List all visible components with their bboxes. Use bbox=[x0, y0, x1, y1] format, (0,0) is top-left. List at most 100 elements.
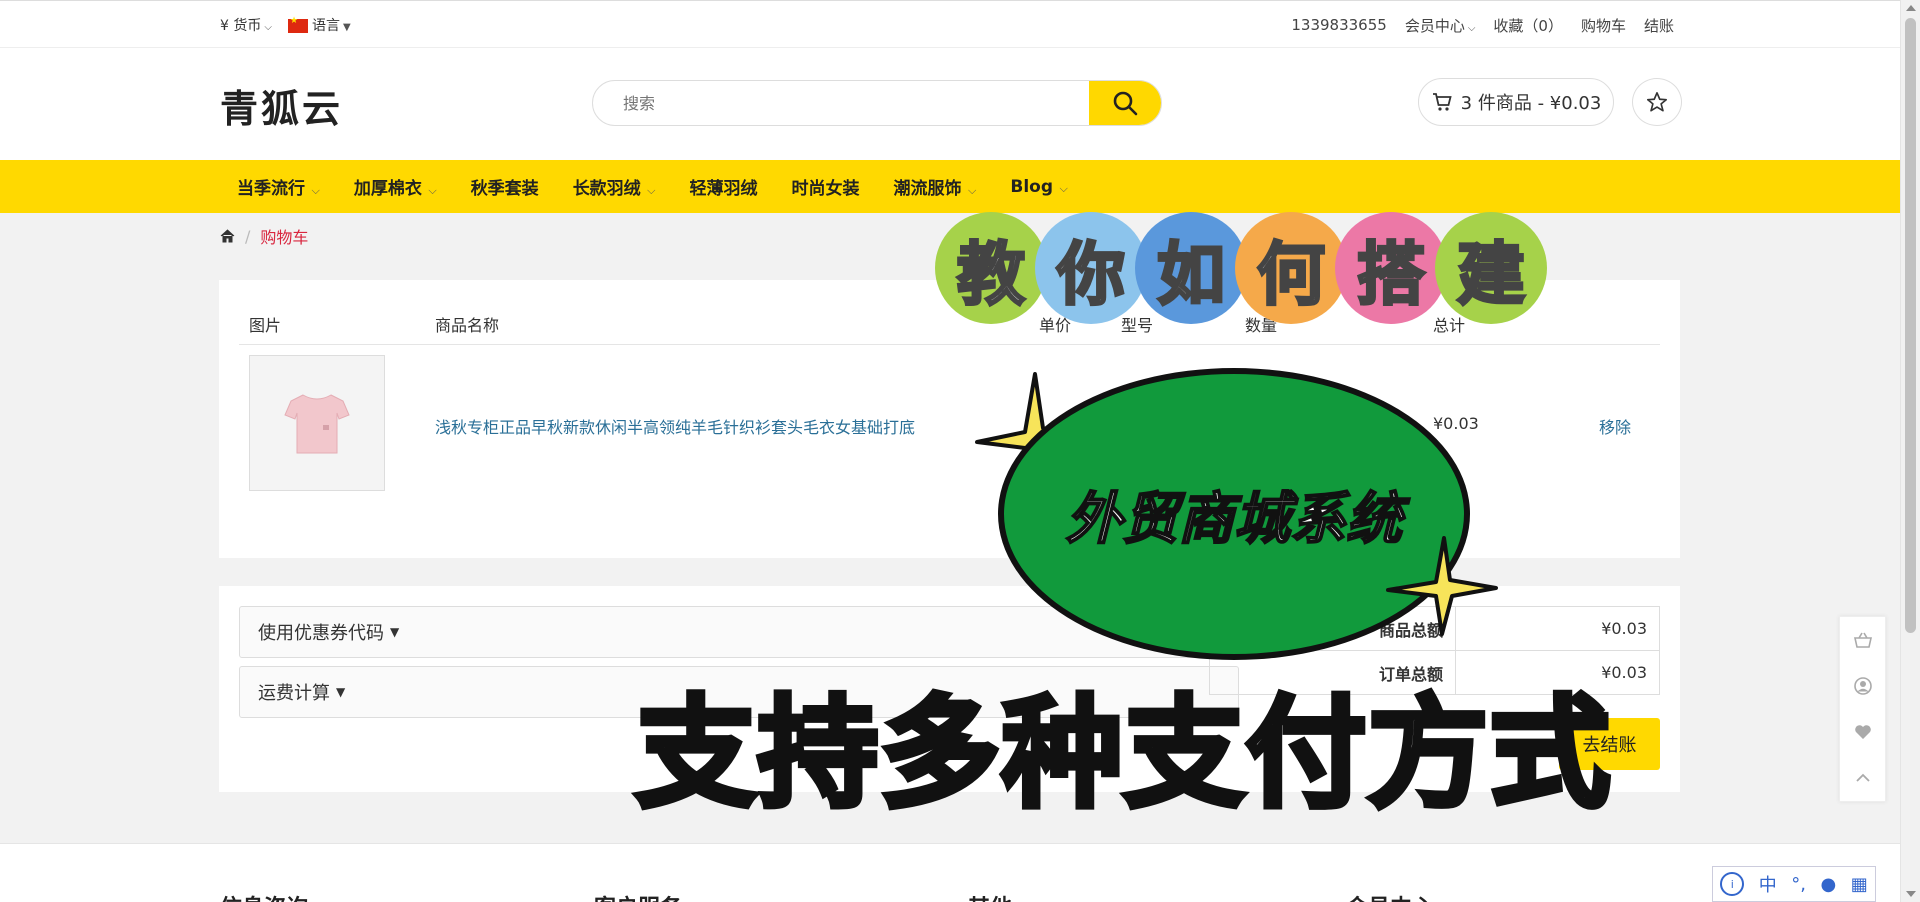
scroll-down-arrow[interactable] bbox=[1906, 891, 1916, 897]
checkout-link[interactable]: 结账 bbox=[1644, 15, 1674, 36]
member-center-label: 会员中心 bbox=[1404, 16, 1465, 35]
header-model: 型号 bbox=[1121, 316, 1154, 335]
top-bar-left: ¥ 货币⌵ 语言▼ bbox=[220, 1, 351, 49]
footer-col-member: 会员中心 bbox=[1346, 890, 1434, 902]
currency-symbol: ¥ bbox=[220, 18, 229, 34]
footer-col-service: 客户服务 bbox=[594, 890, 682, 902]
breadcrumb-current[interactable]: 购物车 bbox=[260, 224, 308, 248]
nav-item[interactable]: 轻薄羽绒 bbox=[673, 174, 775, 199]
grid-icon[interactable]: ▦ bbox=[1851, 874, 1868, 895]
caret-down-icon: ▼ bbox=[390, 625, 400, 639]
side-toolbar bbox=[1839, 616, 1886, 802]
ime-toolbar: i 中 °, ● ▦ bbox=[1712, 866, 1876, 902]
header-name: 商品名称 bbox=[435, 316, 500, 335]
scroll-up-arrow[interactable] bbox=[1906, 5, 1916, 11]
ime-mode[interactable]: 中 bbox=[1759, 871, 1777, 897]
subtotal-value: ¥0.03 bbox=[1455, 606, 1660, 651]
caret-down-icon: ▼ bbox=[342, 22, 351, 33]
shipping-label: 运费计算 bbox=[258, 683, 330, 704]
site-logo[interactable]: 青狐云 bbox=[220, 78, 343, 133]
microphone-icon[interactable]: ● bbox=[1820, 874, 1836, 895]
ime-punctuation-icon[interactable]: °, bbox=[1791, 874, 1806, 895]
chevron-down-icon: ⌵ bbox=[964, 184, 977, 197]
side-account-button[interactable] bbox=[1840, 663, 1885, 709]
table-divider bbox=[239, 344, 1660, 345]
nav-item-label: 潮流服饰 bbox=[893, 179, 962, 199]
nav-item-label: 时尚女装 bbox=[791, 179, 860, 199]
cart-summary-button[interactable]: 3 件商品 - ¥0.03 bbox=[1418, 78, 1614, 126]
nav-item-label: 秋季套装 bbox=[470, 179, 539, 199]
search-button[interactable] bbox=[1089, 81, 1161, 125]
chevron-down-icon: ⌵ bbox=[308, 184, 320, 197]
nav-item-label: Blog bbox=[1010, 176, 1054, 197]
product-name-link[interactable]: 浅秋专柜正品早秋新款休闲半高领纯羊毛针织衫套头毛衣女基础打底 bbox=[435, 414, 915, 438]
user-icon bbox=[1853, 677, 1872, 695]
header-total: 总计 bbox=[1433, 316, 1466, 335]
header-quantity: 数量 bbox=[1245, 316, 1278, 335]
promo-oval-text: 外贸商城系统 bbox=[1065, 486, 1403, 553]
cart-icon bbox=[1432, 93, 1452, 111]
header-image: 图片 bbox=[249, 316, 282, 335]
side-cart-button[interactable] bbox=[1840, 617, 1885, 663]
back-to-top-button[interactable] bbox=[1840, 755, 1885, 801]
main-nav: 当季流行 ⌵ 加厚棉衣 ⌵ 秋季套装 长款羽绒 ⌵ 轻薄羽绒 时尚女装 潮流服饰 ⌵ Blog… bbox=[0, 160, 1900, 213]
search-box bbox=[592, 80, 1162, 126]
product-thumbnail[interactable] bbox=[249, 355, 385, 491]
side-wishlist-button[interactable] bbox=[1840, 709, 1885, 755]
chevron-down-icon: ⌵ bbox=[643, 184, 656, 197]
top-bar-right: 1339833655 会员中心 ⌵ 收藏（0） 购物车 结账 bbox=[1291, 1, 1674, 49]
nav-item-label: 长款羽绒 bbox=[572, 179, 641, 199]
cart-summary-text: 3 件商品 - ¥0.03 bbox=[1460, 93, 1602, 114]
basket-icon bbox=[1853, 632, 1872, 648]
top-bar: ¥ 货币⌵ 语言▼ 1339833655 会员中心⌵ 收藏（0） 购物车 结账 bbox=[0, 0, 1900, 48]
nav-item[interactable]: 加厚棉衣 ⌵ bbox=[337, 174, 454, 199]
promo-headline: 支持多种支付方式 bbox=[633, 682, 1613, 827]
search-input[interactable] bbox=[593, 81, 1093, 125]
coupon-label: 使用优惠券代码 bbox=[258, 623, 384, 644]
nav-item-label: 加厚棉衣 bbox=[353, 179, 422, 199]
currency-label: 货币 bbox=[233, 18, 262, 34]
footer-col-info: 信息咨询 bbox=[220, 890, 308, 902]
site-header: 青狐云 3 件商品 - ¥0.03 bbox=[0, 48, 1900, 160]
chevron-down-icon: ⌵ bbox=[424, 184, 437, 197]
language-label: 语言 bbox=[311, 18, 340, 34]
search-icon bbox=[1113, 91, 1138, 116]
product-total: ¥0.03 bbox=[1433, 414, 1479, 433]
nav-list: 当季流行 ⌵ 加厚棉衣 ⌵ 秋季套装 长款羽绒 ⌵ 轻薄羽绒 时尚女装 潮流服饰 ⌵ Blog… bbox=[220, 160, 1085, 213]
member-center-menu[interactable]: 会员中心 ⌵ bbox=[1405, 15, 1476, 36]
star-icon bbox=[1647, 92, 1667, 112]
remove-item-link[interactable]: 移除 bbox=[1599, 414, 1631, 438]
nav-item[interactable]: 时尚女装 bbox=[775, 174, 877, 199]
breadcrumb-separator: / bbox=[245, 226, 251, 246]
cart-link[interactable]: 购物车 bbox=[1581, 15, 1626, 36]
nav-item[interactable]: 秋季套装 bbox=[454, 174, 556, 199]
china-flag-icon bbox=[287, 16, 308, 33]
language-selector[interactable]: 语言▼ bbox=[287, 15, 351, 35]
currency-selector[interactable]: ¥ 货币 ⌵ bbox=[220, 15, 272, 35]
chevron-down-icon: ⌵ bbox=[1467, 22, 1476, 34]
home-icon[interactable] bbox=[220, 229, 235, 243]
breadcrumb: / 购物车 bbox=[220, 224, 308, 248]
heart-icon bbox=[1854, 725, 1871, 739]
nav-item-label: 轻薄羽绒 bbox=[689, 179, 758, 199]
page-scrollbar[interactable] bbox=[1900, 0, 1920, 902]
nav-item[interactable]: Blog ⌵ bbox=[993, 177, 1084, 197]
nav-item[interactable]: 长款羽绒 ⌵ bbox=[556, 174, 673, 199]
header-unit-price: 单价 bbox=[1039, 316, 1072, 335]
favorites-link[interactable]: 收藏（0） bbox=[1493, 15, 1563, 36]
tshirt-image bbox=[284, 394, 350, 454]
site-footer: 信息咨询 客户服务 其他 会员中心 bbox=[0, 843, 1900, 902]
nav-item[interactable]: 潮流服饰 ⌵ bbox=[877, 174, 994, 199]
chevron-down-icon: ⌵ bbox=[1056, 181, 1068, 195]
scrollbar-thumb[interactable] bbox=[1905, 18, 1916, 633]
promo-oval: 外贸商城系统 bbox=[998, 368, 1470, 660]
wishlist-button[interactable] bbox=[1632, 78, 1682, 126]
ime-logo-icon[interactable]: i bbox=[1720, 872, 1745, 896]
nav-item[interactable]: 当季流行 ⌵ bbox=[220, 174, 337, 199]
footer-col-other: 其他 bbox=[968, 890, 1012, 902]
nav-item-label: 当季流行 bbox=[237, 179, 305, 199]
phone-number: 1339833655 bbox=[1291, 16, 1387, 34]
caret-down-icon: ▼ bbox=[336, 685, 346, 699]
chevron-up-icon bbox=[1855, 773, 1870, 782]
chevron-down-icon: ⌵ bbox=[264, 22, 272, 33]
